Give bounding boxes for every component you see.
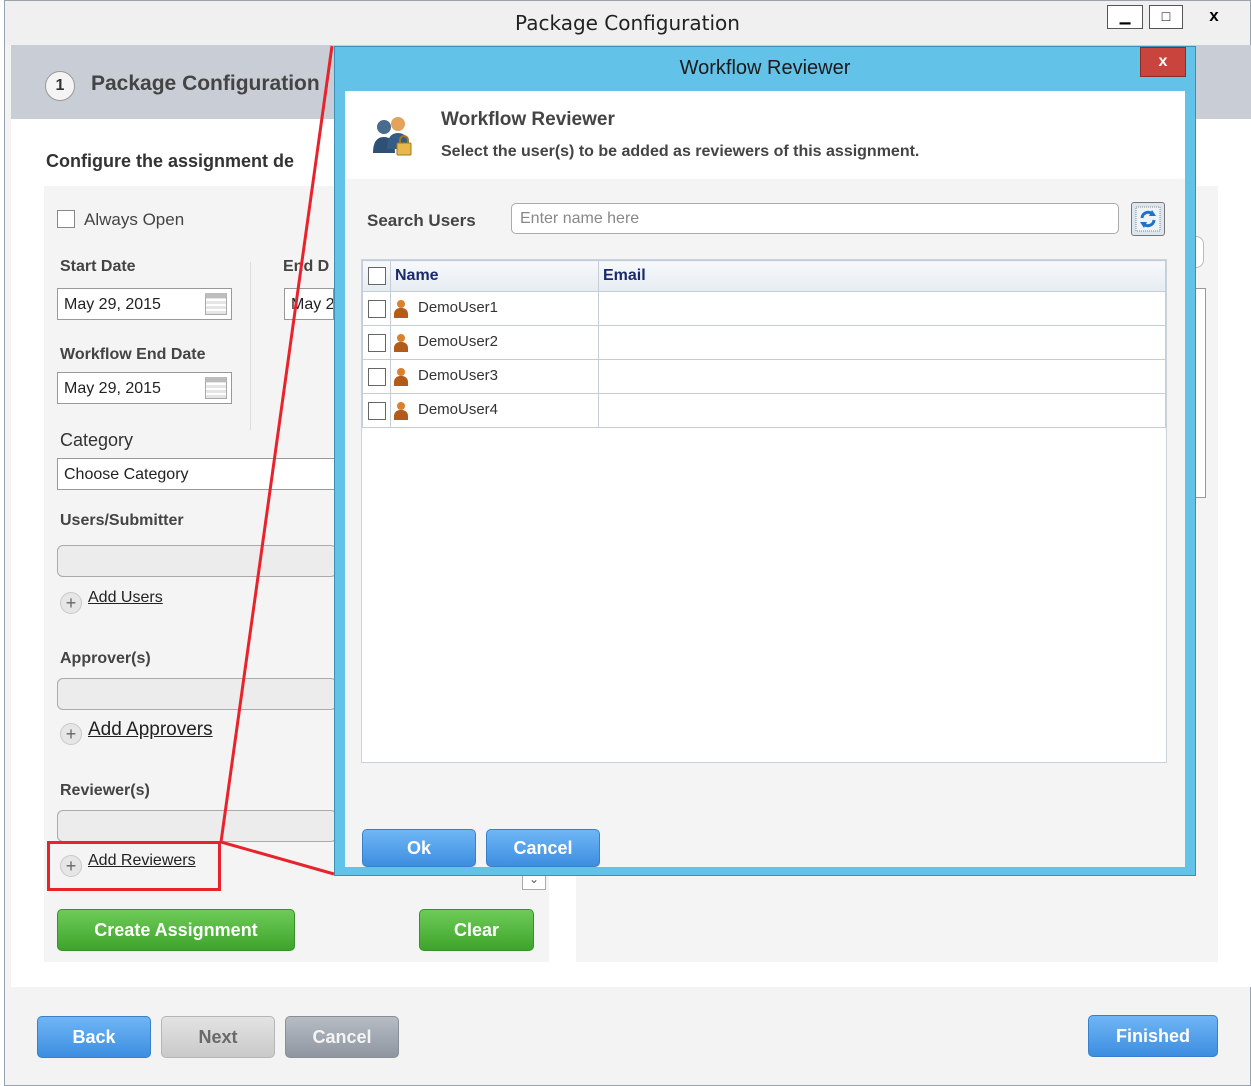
- highlight-box: [47, 841, 221, 891]
- callout-lines: [219, 45, 335, 876]
